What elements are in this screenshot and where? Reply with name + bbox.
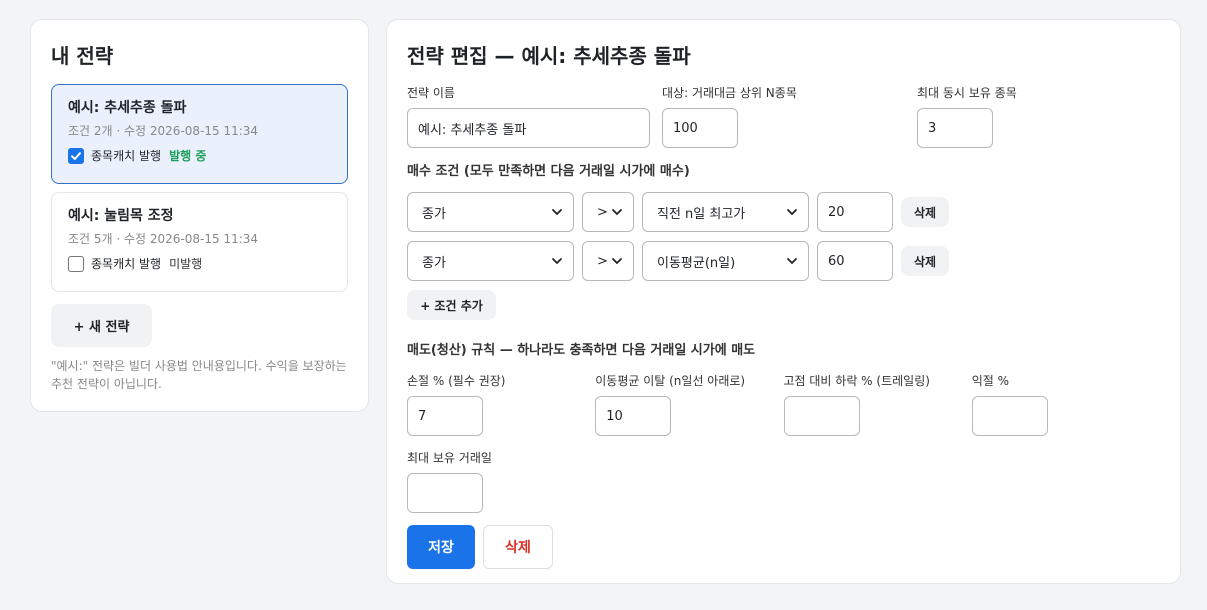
select-value: 직전 n일 최고가: [657, 206, 746, 222]
trailing-stop-input[interactable]: [783, 396, 860, 436]
publish-label: 종목캐치 발행: [91, 257, 162, 271]
new-strategy-button[interactable]: + 새 전략: [51, 304, 152, 347]
condition-row: 종가 > 직전 n일 최고가 20 삭제: [407, 192, 1160, 232]
left-operand-select[interactable]: 종가: [407, 241, 574, 281]
strategy-meta: 조건 2개 · 수정 2026-08-15 11:34: [68, 124, 259, 138]
n-value-input[interactable]: 60: [817, 241, 893, 281]
max-hold-input[interactable]: 3: [917, 108, 993, 148]
strategy-editor-panel: 전략 편집 — 예시: 추세추종 돌파 전략 이름 예시: 추세추종 돌파 대상…: [386, 19, 1181, 584]
select-value: >: [597, 253, 608, 269]
strategy-name-label: 전략 이름: [407, 86, 455, 100]
right-operand-select[interactable]: 직전 n일 최고가: [642, 192, 809, 232]
chevron-down-icon: [612, 258, 622, 264]
operator-select[interactable]: >: [582, 241, 634, 281]
delete-condition-button[interactable]: 삭제: [901, 246, 949, 276]
strategy-name: 예시: 눌림목 조정: [68, 208, 174, 224]
n-value-input[interactable]: 20: [817, 192, 893, 232]
sell-rules-title: 매도(청산) 규칙 — 하나라도 충족하면 다음 거래일 시가에 매도: [407, 343, 756, 358]
add-condition-button[interactable]: + 조건 추가: [407, 290, 496, 320]
select-value: >: [597, 204, 608, 220]
select-value: 이동평균(n일): [657, 255, 736, 271]
panel-title: 내 전략: [51, 44, 114, 68]
publish-toggle[interactable]: 종목캐치 발행 미발행: [68, 256, 331, 272]
target-label: 대상: 거래대금 상위 N종목: [662, 86, 797, 100]
strategy-meta: 조건 5개 · 수정 2026-08-15 11:34: [68, 232, 259, 246]
take-profit-input[interactable]: [971, 396, 1048, 436]
publish-toggle[interactable]: 종목캐치 발행 발행 중: [68, 148, 331, 164]
stop-loss-label: 손절 % (필수 권장): [407, 374, 506, 388]
chevron-down-icon: [552, 258, 562, 264]
chevron-down-icon: [612, 209, 622, 215]
max-days-label: 최대 보유 거래일: [407, 451, 492, 465]
condition-row: 종가 > 이동평균(n일) 60 삭제: [407, 241, 1160, 281]
max-hold-label: 최대 동시 보유 종목: [917, 86, 1017, 100]
strategy-name: 예시: 추세추종 돌파: [68, 100, 187, 116]
strategy-item[interactable]: 예시: 눌림목 조정 조건 5개 · 수정 2026-08-15 11:34 종…: [51, 192, 348, 292]
select-value: 종가: [422, 255, 446, 271]
status-badge: 미발행: [169, 257, 203, 271]
buy-conditions-title: 매수 조건 (모두 만족하면 다음 거래일 시가에 매수): [407, 164, 690, 179]
trailing-stop-label: 고점 대비 하락 % (트레일링): [783, 374, 930, 388]
save-button[interactable]: 저장: [407, 525, 475, 569]
checkbox-unchecked[interactable]: [68, 256, 84, 272]
publish-label: 종목캐치 발행: [91, 149, 162, 163]
strategy-list-panel: 내 전략 예시: 추세추종 돌파 조건 2개 · 수정 2026-08-15 1…: [30, 19, 369, 412]
delete-condition-button[interactable]: 삭제: [901, 197, 949, 227]
strategy-name-input[interactable]: 예시: 추세추종 돌파: [407, 108, 650, 148]
left-operand-select[interactable]: 종가: [407, 192, 574, 232]
max-days-input[interactable]: [407, 473, 483, 513]
ma-exit-input[interactable]: 10: [595, 396, 672, 436]
take-profit-label: 익절 %: [971, 374, 1010, 388]
chevron-down-icon: [787, 258, 797, 264]
target-n-input[interactable]: 100: [662, 108, 738, 148]
chevron-down-icon: [552, 209, 562, 215]
disclaimer-note: "예시:" 전략은 빌더 사용법 안내용입니다. 수익을 보장하는 추천 전략이…: [51, 359, 347, 391]
check-icon: [71, 152, 81, 160]
right-operand-select[interactable]: 이동평균(n일): [642, 241, 809, 281]
editor-title: 전략 편집 — 예시: 추세추종 돌파: [407, 44, 691, 68]
chevron-down-icon: [787, 209, 797, 215]
stop-loss-input[interactable]: 7: [407, 396, 483, 436]
ma-exit-label: 이동평균 이탈 (n일선 아래로): [595, 374, 746, 388]
checkbox-checked[interactable]: [68, 148, 84, 164]
operator-select[interactable]: >: [582, 192, 634, 232]
strategy-item[interactable]: 예시: 추세추종 돌파 조건 2개 · 수정 2026-08-15 11:34 …: [51, 84, 348, 184]
delete-strategy-button[interactable]: 삭제: [483, 525, 553, 569]
select-value: 종가: [422, 206, 446, 222]
status-badge: 발행 중: [169, 149, 207, 163]
